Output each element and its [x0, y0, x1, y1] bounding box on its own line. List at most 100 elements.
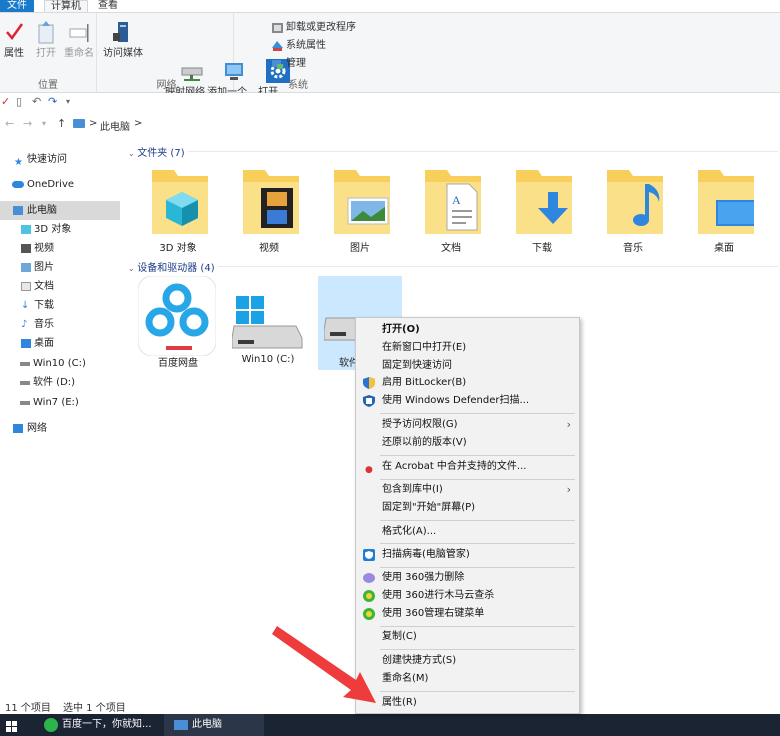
nav-item-music[interactable]: ♪ 音乐 — [0, 315, 120, 334]
forward-icon[interactable]: → — [23, 117, 32, 130]
menu-grant-access[interactable]: 授予访问权限(G) › — [356, 416, 579, 434]
nav-item-downloads[interactable]: ↓ 下载 — [0, 296, 120, 315]
folder-label: 音乐 — [623, 243, 643, 254]
menu-create-shortcut[interactable]: 创建快捷方式(S) — [356, 652, 579, 670]
menu-360-manage-menu[interactable]: 使用 360管理右键菜单 — [356, 605, 579, 623]
menu-restore-versions[interactable]: 还原以前的版本(V) — [356, 434, 579, 452]
nav-item-drive-c[interactable]: Win10 (C:) — [0, 354, 120, 373]
uninstall-program-button[interactable]: 卸载或更改程序 — [272, 20, 356, 36]
properties-button[interactable]: 属性 — [2, 19, 26, 60]
folder-downloads[interactable]: 下载 — [502, 162, 582, 258]
menu-defender-scan[interactable]: 使用 Windows Defender扫描... — [356, 392, 579, 410]
menu-copy[interactable]: 复制(C) — [356, 628, 579, 646]
breadcrumb-separator-2[interactable]: > — [134, 118, 142, 129]
nav-item-pictures[interactable]: 图片 — [0, 258, 120, 277]
menu-include-library[interactable]: 包含到库中(I) › — [356, 481, 579, 499]
documents-folder-icon: A — [425, 170, 481, 234]
folder-videos[interactable]: 视频 — [229, 162, 309, 258]
breadcrumb-separator[interactable]: > — [89, 118, 97, 129]
menu-pin-quick-access[interactable]: 固定到快速访问 — [356, 357, 579, 375]
access-media-button[interactable]: 访问媒体 — [103, 19, 143, 60]
devices-section-header[interactable]: ⌄ 设备和驱动器 (4) — [128, 259, 778, 274]
drive-icon — [20, 381, 30, 385]
windows-logo-icon — [6, 721, 17, 732]
folder-music[interactable]: 音乐 — [593, 162, 673, 258]
nav-item-this-pc[interactable]: 此电脑 — [0, 201, 120, 220]
folder-3d-objects[interactable]: 3D 对象 — [138, 162, 218, 258]
open-button[interactable]: 打开 — [33, 19, 59, 60]
menu-label: 使用 360管理右键菜单 — [382, 608, 485, 619]
folders-section-header[interactable]: ⌄ 文件夹 (7) — [128, 144, 778, 159]
menu-separator — [380, 691, 575, 692]
menu-label: 固定到快速访问 — [382, 360, 452, 371]
rename-button[interactable]: 重命名 — [63, 19, 95, 60]
nav-item-onedrive[interactable]: OneDrive — [0, 175, 120, 194]
quick-access-toolbar: ✓ ▯ ↶ ↷ ▾ — [0, 93, 780, 111]
menu-pin-start[interactable]: 固定到"开始"屏幕(P) — [356, 499, 579, 517]
nav-label: 软件 (D:) — [33, 377, 76, 388]
uninstall-program-label: 卸载或更改程序 — [286, 22, 356, 33]
devices-header-label: 设备和驱动器 (4) — [137, 263, 215, 274]
system-drive-icon — [232, 296, 303, 349]
menu-label: 使用 360进行木马云查杀 — [382, 590, 495, 601]
nav-item-network[interactable]: 网络 — [0, 419, 120, 438]
nav-item-3d-objects[interactable]: 3D 对象 — [0, 220, 120, 239]
system-properties-button[interactable]: 系统属性 — [272, 38, 326, 54]
picture-icon — [21, 263, 31, 272]
taskbar-browser-item[interactable]: 百度一下，你就知... — [40, 714, 158, 736]
section-divider — [188, 151, 778, 152]
menu-open-new-window[interactable]: 在新窗口中打开(E) — [356, 339, 579, 357]
star-icon: ★ — [14, 157, 23, 168]
menu-properties[interactable]: 属性(R) — [356, 694, 579, 712]
new-folder-icon[interactable]: ▯ — [16, 95, 22, 108]
breadcrumb-this-pc[interactable]: 此电脑 — [100, 118, 130, 133]
menu-360-delete[interactable]: 使用 360强力删除 — [356, 569, 579, 587]
folder-label: 文档 — [441, 243, 461, 254]
menu-format[interactable]: 格式化(A)... — [356, 523, 579, 541]
undo-icon[interactable]: ↶ — [32, 95, 41, 108]
nav-item-drive-e[interactable]: Win7 (E:) — [0, 393, 120, 412]
ribbon: 属性 打开 重命名 位置 访问媒体 映射网络 驱动器 — [0, 12, 780, 111]
back-icon[interactable]: ← — [5, 117, 14, 130]
taskbar-explorer-label: 此电脑 — [192, 719, 222, 730]
nav-item-drive-d[interactable]: 软件 (D:) — [0, 373, 120, 392]
tab-file[interactable]: 文件 — [0, 0, 34, 12]
folder-documents[interactable]: A 文档 — [411, 162, 491, 258]
menu-360-trojan-scan[interactable]: 使用 360进行木马云查杀 — [356, 587, 579, 605]
menu-tencent-scan[interactable]: 扫描病毒(电脑管家) — [356, 546, 579, 564]
up-icon[interactable]: ↑ — [57, 117, 66, 130]
tab-view[interactable]: 查看 — [92, 0, 124, 12]
network-group: 访问媒体 映射网络 驱动器 添加一个 网络位置 网络 — [100, 13, 247, 111]
properties-small-icon[interactable]: ✓ — [1, 95, 10, 108]
nav-item-videos[interactable]: 视频 — [0, 239, 120, 258]
drive-baidu-netdisk[interactable]: 百度网盘 — [136, 276, 220, 372]
menu-label: 使用 360强力删除 — [382, 572, 465, 583]
folder-pictures[interactable]: 图片 — [320, 162, 400, 258]
access-media-label: 访问媒体 — [103, 48, 143, 59]
taskbar-explorer-item[interactable]: 此电脑 — [164, 714, 264, 736]
nav-label: 快速访问 — [27, 154, 67, 165]
media-server-icon — [111, 19, 135, 45]
menu-label: 格式化(A)... — [382, 526, 437, 537]
manage-button[interactable]: 管理 — [272, 56, 306, 72]
redo-icon[interactable]: ↷ — [48, 95, 57, 108]
tab-computer[interactable]: 计算机 — [44, 0, 88, 12]
menu-enable-bitlocker[interactable]: 启用 BitLocker(B) — [356, 374, 579, 392]
customize-dropdown-icon[interactable]: ▾ — [66, 97, 70, 106]
menu-acrobat-combine[interactable]: ● 在 Acrobat 中合并支持的文件... — [356, 458, 579, 476]
downloads-folder-icon — [516, 170, 572, 234]
drive-label: 百度网盘 — [158, 358, 198, 369]
start-button[interactable] — [6, 720, 18, 732]
desktop-icon — [21, 339, 31, 348]
folder-desktop[interactable]: 桌面 — [684, 162, 764, 258]
menu-open[interactable]: 打开(O) — [356, 321, 579, 339]
nav-item-quick-access[interactable]: ★ 快速访问 — [0, 150, 120, 169]
menu-rename[interactable]: 重命名(M) — [356, 670, 579, 688]
cube-icon — [21, 225, 31, 234]
folders-header-label: 文件夹 (7) — [137, 148, 185, 159]
recent-dropdown-icon[interactable]: ▾ — [42, 119, 46, 128]
submenu-arrow-icon: › — [566, 418, 571, 431]
nav-label: 3D 对象 — [34, 224, 72, 235]
nav-item-desktop[interactable]: 桌面 — [0, 334, 120, 353]
nav-item-documents[interactable]: 文档 — [0, 277, 120, 296]
